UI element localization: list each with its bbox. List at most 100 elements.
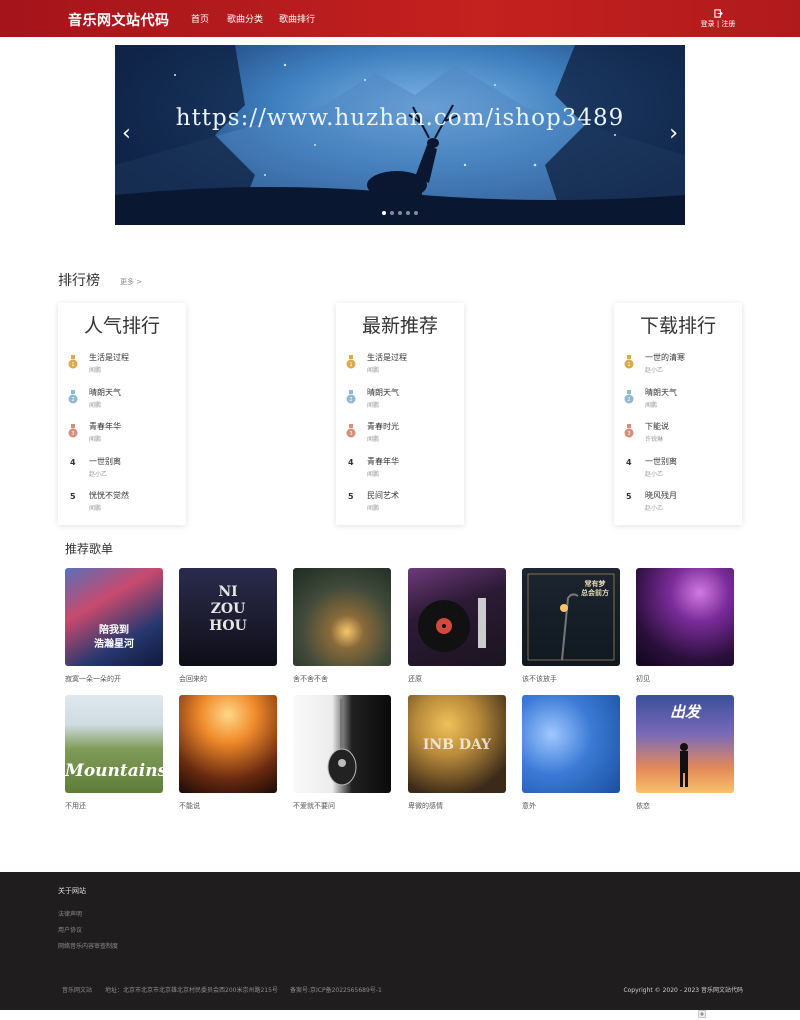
- playlist-section-title: 推荐歌单: [65, 542, 114, 556]
- ranking-more-link[interactable]: 更多 >: [120, 277, 142, 287]
- ranking-item[interactable]: 2 晴朗天气 闻鹏: [344, 387, 456, 417]
- ranking-item[interactable]: 5 恍恍不觉然 闻鹏: [66, 490, 178, 520]
- playlist-cover[interactable]: [636, 568, 734, 666]
- song-artist: 赵小乙: [89, 471, 108, 478]
- ranking-item[interactable]: 5 民间艺术 闻鹏: [344, 490, 456, 520]
- footer-link-agreement[interactable]: 用户协议: [58, 925, 82, 934]
- song-name[interactable]: 生活是过程: [89, 352, 129, 363]
- song-name[interactable]: 晴朗天气: [367, 387, 399, 398]
- song-artist: 闻鹏: [645, 402, 658, 409]
- playlist-name[interactable]: 不用还: [65, 801, 86, 811]
- playlist-name[interactable]: 寂寞一朵一朵的开: [65, 674, 121, 684]
- floating-tool-icon[interactable]: [698, 1010, 706, 1018]
- svg-text:2: 2: [349, 397, 352, 403]
- playlist-cover[interactable]: 陪我到 浩瀚星河: [65, 568, 163, 666]
- ranking-item[interactable]: 3 青春年华 闻鹏: [66, 421, 178, 451]
- playlist-cover[interactable]: 出发: [636, 695, 734, 793]
- nav-song-categories[interactable]: 歌曲分类: [227, 12, 263, 25]
- ranking-item[interactable]: 3 青春时光 闻鹏: [344, 421, 456, 451]
- ranking-item[interactable]: 5 晓风残月 赵小乙: [622, 490, 734, 520]
- playlist-name[interactable]: 初见: [636, 674, 650, 684]
- rank-number: 4: [70, 458, 76, 467]
- ranking-item[interactable]: 1 一世的清寒 赵小乙: [622, 352, 734, 382]
- ranking-board-downloads: 下载排行 1 一世的清寒 赵小乙 2 晴朗天气 闻鹏 3 下能说 许锐琳 4 一…: [614, 303, 742, 525]
- song-artist: 赵小乙: [645, 367, 664, 374]
- silver-medal-icon: 2: [346, 390, 356, 404]
- song-artist: 闻鹏: [367, 471, 380, 478]
- ranking-item[interactable]: 4 一世别离 赵小乙: [622, 456, 734, 486]
- carousel-dot[interactable]: [414, 211, 418, 215]
- playlist-cover[interactable]: 常有梦 总会前方: [522, 568, 620, 666]
- playlist-cover[interactable]: [293, 568, 391, 666]
- cover-title: INB DAY: [422, 737, 492, 753]
- song-name[interactable]: 生活是过程: [367, 352, 407, 363]
- carousel-dot[interactable]: [382, 211, 386, 215]
- register-link[interactable]: 注册: [721, 20, 735, 28]
- carousel-prev-icon[interactable]: ‹: [122, 123, 131, 145]
- song-name[interactable]: 晓风残月: [645, 490, 677, 501]
- nav-home[interactable]: 首页: [191, 12, 209, 25]
- ranking-item[interactable]: 1 生活是过程 闻鹏: [344, 352, 456, 382]
- carousel-dot[interactable]: [390, 211, 394, 215]
- ranking-item[interactable]: 2 晴朗天气 闻鹏: [66, 387, 178, 417]
- login-link[interactable]: 登录: [701, 20, 715, 28]
- ranking-item[interactable]: 4 一世别离 赵小乙: [66, 456, 178, 486]
- carousel-dot[interactable]: [398, 211, 402, 215]
- song-name[interactable]: 下能说: [645, 421, 669, 432]
- song-name[interactable]: 晴朗天气: [89, 387, 121, 398]
- playlist-name[interactable]: 该不该放手: [522, 674, 557, 684]
- carousel-next-icon[interactable]: ›: [669, 123, 678, 145]
- footer-link-legal[interactable]: 法律声明: [58, 909, 82, 918]
- svg-text:2: 2: [627, 397, 630, 403]
- playlist-cover[interactable]: Mountains: [65, 695, 163, 793]
- playlist-cover[interactable]: INB DAY: [408, 695, 506, 793]
- song-artist: 许锐琳: [645, 436, 664, 443]
- rank-number: 5: [626, 492, 632, 501]
- song-name[interactable]: 青春时光: [367, 421, 399, 432]
- playlist-cover[interactable]: [408, 568, 506, 666]
- playlist-cover[interactable]: NI ZOU HOU: [179, 568, 277, 666]
- silver-medal-icon: 2: [624, 390, 634, 404]
- playlist-name[interactable]: 还原: [408, 674, 422, 684]
- footer-link-content-review[interactable]: 网络音乐内容审查制度: [58, 941, 118, 950]
- playlist-cover[interactable]: [293, 695, 391, 793]
- ranking-item[interactable]: 4 青春年华 闻鹏: [344, 456, 456, 486]
- ranking-item[interactable]: 1 生活是过程 闻鹏: [66, 352, 178, 382]
- song-name[interactable]: 一世别离: [89, 456, 121, 467]
- ranking-item[interactable]: 3 下能说 许锐琳: [622, 421, 734, 451]
- carousel-dot[interactable]: [406, 211, 410, 215]
- nav-song-ranking[interactable]: 歌曲排行: [279, 12, 315, 25]
- banner-carousel[interactable]: https://www.huzhan.com/ishop3489 ‹ ›: [115, 45, 685, 225]
- song-name[interactable]: 青春年华: [367, 456, 399, 467]
- song-name[interactable]: 青春年华: [89, 421, 121, 432]
- playlist-name[interactable]: 卑微的感情: [408, 801, 443, 811]
- playlist-name[interactable]: 舍不舍不舍: [293, 674, 328, 684]
- banner-image: [115, 45, 685, 225]
- ranking-section-title: 排行榜: [58, 273, 100, 289]
- playlist-name[interactable]: 依恋: [636, 801, 650, 811]
- top-header: 音乐网文站代码 首页 歌曲分类 歌曲排行 登录 | 注册: [0, 0, 800, 37]
- ranking-item[interactable]: 2 晴朗天气 闻鹏: [622, 387, 734, 417]
- login-icon[interactable]: [713, 9, 723, 18]
- site-footer: 关于网站 法律声明 用户协议 网络音乐内容审查制度 音乐网文站 地址：北京市北京…: [0, 872, 800, 1010]
- song-name[interactable]: 一世别离: [645, 456, 677, 467]
- playlist-cover[interactable]: [522, 695, 620, 793]
- site-logo-text[interactable]: 音乐网文站代码: [68, 10, 170, 30]
- song-name[interactable]: 一世的清寒: [645, 352, 685, 363]
- vinyl-record-icon: [418, 598, 486, 652]
- song-name[interactable]: 晴朗天气: [645, 387, 677, 398]
- footer-icp[interactable]: 备案号:京ICP备2022565689号-1: [290, 985, 382, 994]
- song-name[interactable]: 恍恍不觉然: [89, 490, 129, 501]
- footer-address: 地址：北京市北京市北京雄北京村民委员会西200米京州路215号: [105, 987, 278, 994]
- playlist-name[interactable]: 意外: [522, 801, 536, 811]
- bronze-medal-icon: 3: [346, 424, 356, 438]
- song-artist: 闻鹏: [89, 402, 102, 409]
- cover-title: 出发: [669, 703, 700, 721]
- board-title: 最新推荐: [361, 315, 438, 337]
- guitar-icon: [327, 699, 357, 786]
- playlist-name[interactable]: 不能说: [179, 801, 200, 811]
- playlist-name[interactable]: 会回来的: [179, 674, 207, 684]
- playlist-cover[interactable]: [179, 695, 277, 793]
- song-name[interactable]: 民间艺术: [367, 490, 399, 501]
- playlist-name[interactable]: 不爱就不要问: [293, 801, 335, 811]
